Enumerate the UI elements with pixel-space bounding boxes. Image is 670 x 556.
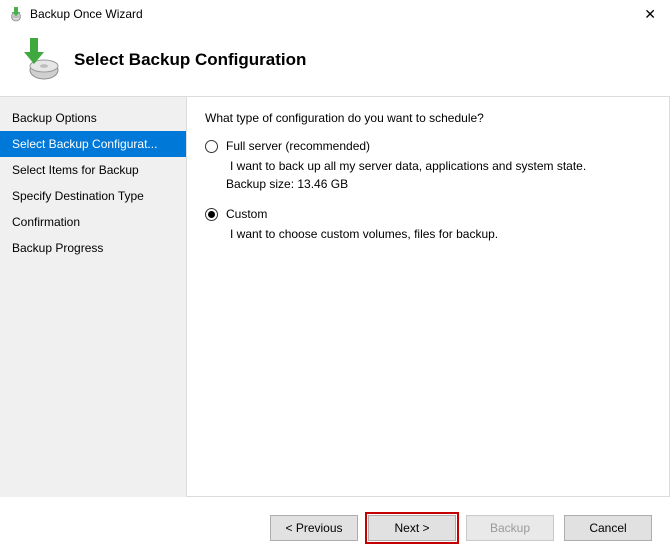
radio-custom[interactable] — [205, 208, 218, 221]
config-question: What type of configuration do you want t… — [205, 111, 653, 125]
window-title: Backup Once Wizard — [30, 7, 638, 21]
titlebar: Backup Once Wizard ✕ — [0, 0, 670, 28]
option-full-server-desc: I want to back up all my server data, ap… — [230, 159, 653, 173]
option-custom-desc: I want to choose custom volumes, files f… — [230, 227, 653, 241]
wizard-footer: < Previous Next > Backup Cancel — [0, 500, 670, 556]
sidebar-item-specify-destination-type[interactable]: Specify Destination Type — [0, 183, 186, 209]
main-panel: What type of configuration do you want t… — [186, 97, 670, 497]
wizard-header: Select Backup Configuration — [0, 28, 670, 96]
sidebar-item-select-backup-configuration[interactable]: Select Backup Configurat... — [0, 131, 186, 157]
close-icon[interactable]: ✕ — [638, 6, 662, 23]
cancel-button[interactable]: Cancel — [564, 515, 652, 541]
sidebar-item-confirmation[interactable]: Confirmation — [0, 209, 186, 235]
option-full-server[interactable]: Full server (recommended) — [205, 139, 653, 153]
wizard-steps-sidebar: Backup Options Select Backup Configurat.… — [0, 97, 186, 497]
backup-button: Backup — [466, 515, 554, 541]
option-custom[interactable]: Custom — [205, 207, 653, 221]
option-full-server-size: Backup size: 13.46 GB — [226, 177, 653, 191]
radio-full-server[interactable] — [205, 140, 218, 153]
next-button[interactable]: Next > — [368, 515, 456, 541]
previous-button[interactable]: < Previous — [270, 515, 358, 541]
option-full-server-label: Full server (recommended) — [226, 139, 370, 153]
wizard-icon — [16, 38, 60, 82]
option-custom-label: Custom — [226, 207, 267, 221]
app-icon — [8, 6, 24, 22]
content-area: Backup Options Select Backup Configurat.… — [0, 97, 670, 497]
page-title: Select Backup Configuration — [74, 50, 306, 70]
sidebar-item-select-items-for-backup[interactable]: Select Items for Backup — [0, 157, 186, 183]
sidebar-item-backup-options[interactable]: Backup Options — [0, 105, 186, 131]
sidebar-item-backup-progress[interactable]: Backup Progress — [0, 235, 186, 261]
